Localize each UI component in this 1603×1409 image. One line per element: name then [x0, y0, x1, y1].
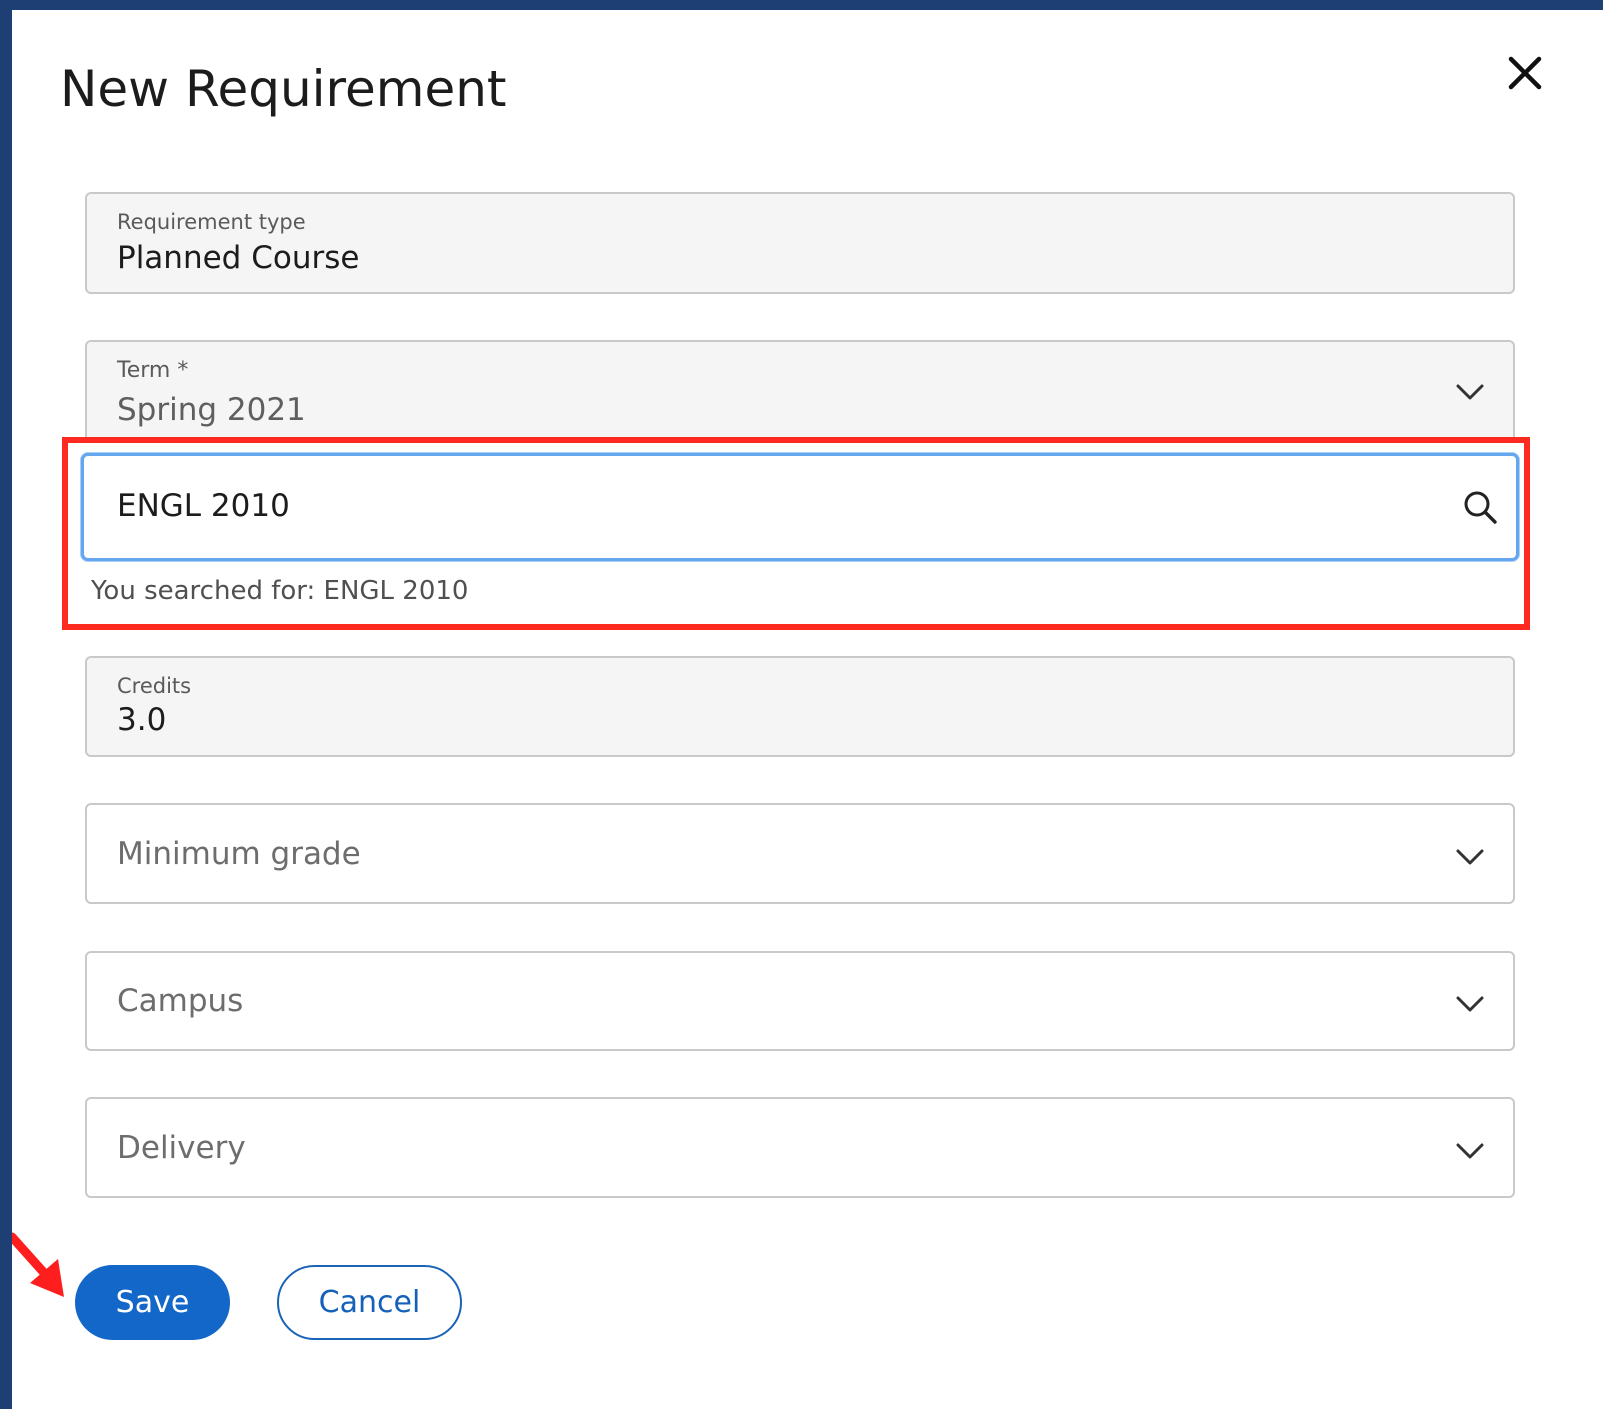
- new-requirement-dialog: New Requirement Requirement type Planned…: [12, 10, 1603, 1409]
- campus-select[interactable]: Campus: [85, 951, 1515, 1051]
- chevron-down-icon: [1456, 1143, 1484, 1159]
- term-value: Spring 2021: [117, 392, 306, 428]
- arrow-annotation-icon: [12, 1232, 64, 1297]
- save-button[interactable]: Save: [75, 1265, 230, 1340]
- search-icon[interactable]: [1462, 489, 1498, 525]
- close-button[interactable]: [1502, 50, 1548, 96]
- minimum-grade-placeholder: Minimum grade: [117, 836, 361, 872]
- requirement-type-value: Planned Course: [117, 240, 360, 276]
- cancel-button[interactable]: Cancel: [277, 1265, 462, 1340]
- course-search-input[interactable]: ENGL 2010: [81, 453, 1519, 561]
- chevron-down-icon: [1456, 996, 1484, 1012]
- chevron-down-icon: [1456, 384, 1484, 400]
- credits-label: Credits: [117, 674, 192, 698]
- term-select[interactable]: Term * Spring 2021: [85, 340, 1515, 440]
- dialog-title: New Requirement: [60, 60, 507, 118]
- delivery-placeholder: Delivery: [117, 1130, 246, 1166]
- delivery-select[interactable]: Delivery: [85, 1097, 1515, 1198]
- term-label: Term *: [117, 358, 189, 383]
- course-search-value: ENGL 2010: [117, 488, 290, 524]
- search-hint-text: You searched for: ENGL 2010: [91, 576, 469, 606]
- credits-value: 3.0: [117, 702, 167, 738]
- credits-field[interactable]: Credits 3.0: [85, 656, 1515, 757]
- requirement-type-field: Requirement type Planned Course: [85, 192, 1515, 294]
- minimum-grade-select[interactable]: Minimum grade: [85, 803, 1515, 904]
- chevron-down-icon: [1456, 849, 1484, 865]
- close-icon: [1508, 56, 1542, 90]
- requirement-type-label: Requirement type: [117, 210, 306, 234]
- campus-placeholder: Campus: [117, 983, 244, 1019]
